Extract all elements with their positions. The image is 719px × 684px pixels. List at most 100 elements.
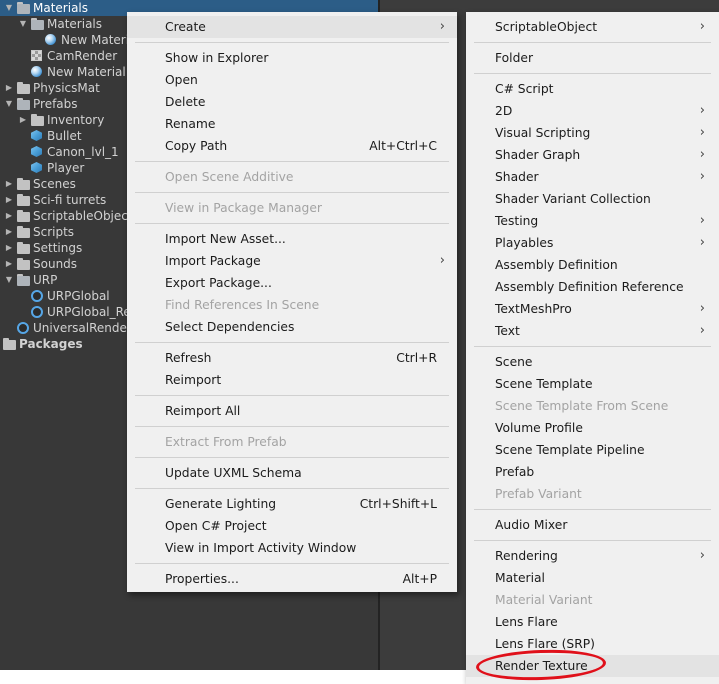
tree-item-label: Prefabs <box>33 97 78 111</box>
tree-item-label: URP <box>33 273 58 287</box>
tree-item-label: Bullet <box>47 129 82 143</box>
menu-separator <box>135 42 449 43</box>
menu-item-label: Copy Path <box>165 139 228 153</box>
expand-arrow-right-icon[interactable]: ▶ <box>4 208 14 224</box>
menu-separator <box>135 426 449 427</box>
menu-item-find-references-in-scene: Find References In Scene <box>127 294 457 316</box>
menu-item-label: Material <box>495 571 545 585</box>
menu-separator <box>474 540 711 541</box>
menu-item-playables[interactable]: Playables › <box>466 232 719 254</box>
expand-arrow-down-icon[interactable]: ▼ <box>18 16 28 32</box>
menu-item-folder[interactable]: Folder <box>466 47 719 69</box>
menu-item-export-package[interactable]: Export Package... <box>127 272 457 294</box>
menu-item-2d[interactable]: 2D › <box>466 100 719 122</box>
menu-item-label: Prefab <box>495 465 535 479</box>
menu-item-visual-scripting[interactable]: Visual Scripting › <box>466 122 719 144</box>
folder-open-icon <box>17 2 30 14</box>
menu-item-open-scene-additive: Open Scene Additive <box>127 166 457 188</box>
menu-item-label: Extract From Prefab <box>165 435 287 449</box>
menu-item-label: Material Variant <box>495 593 593 607</box>
menu-item-update-uxml-schema[interactable]: Update UXML Schema <box>127 462 457 484</box>
folder-open-icon <box>17 98 30 110</box>
menu-item-audio-mixer[interactable]: Audio Mixer <box>466 514 719 536</box>
menu-item-rendering[interactable]: Rendering › <box>466 545 719 567</box>
expand-arrow-right-icon[interactable]: ▶ <box>4 192 14 208</box>
menu-item-scriptableobject[interactable]: ScriptableObject › <box>466 16 719 38</box>
expand-arrow-down-icon[interactable]: ▼ <box>4 96 14 112</box>
menu-item-rename[interactable]: Rename <box>127 113 457 135</box>
menu-item-shader[interactable]: Shader › <box>466 166 719 188</box>
submenu-arrow-icon: › <box>699 147 705 162</box>
menu-item-show-in-explorer[interactable]: Show in Explorer <box>127 47 457 69</box>
menu-item-textmeshpro[interactable]: TextMeshPro › <box>466 298 719 320</box>
menu-item-reimport[interactable]: Reimport <box>127 369 457 391</box>
menu-item-lens-flare[interactable]: Lens Flare <box>466 611 719 633</box>
menu-item-view-in-import-activity-window[interactable]: View in Import Activity Window <box>127 537 457 559</box>
tree-item-label: Player <box>47 161 85 175</box>
menu-item-shader-variant-collection[interactable]: Shader Variant Collection <box>466 188 719 210</box>
expand-arrow-right-icon[interactable]: ▶ <box>18 112 28 128</box>
expand-arrow-right-icon[interactable]: ▶ <box>4 80 14 96</box>
menu-item-scene-template-pipeline[interactable]: Scene Template Pipeline <box>466 439 719 461</box>
menu-item-label: Scene Template <box>495 377 593 391</box>
tree-item-label: Materials <box>33 1 89 15</box>
menu-item-label: ScriptableObject <box>495 20 598 34</box>
menu-item-copy-path[interactable]: Copy Path Alt+Ctrl+C <box>127 135 457 157</box>
menu-item-material-variant: Material Variant <box>466 589 719 611</box>
tree-item-label: URPGlobal_Re <box>47 305 131 319</box>
menu-item-label: Shader <box>495 170 539 184</box>
expand-arrow-right-icon[interactable]: ▶ <box>4 256 14 272</box>
menu-item-reimport-all[interactable]: Reimport All <box>127 400 457 422</box>
submenu-arrow-icon: › <box>699 103 705 118</box>
menu-item-open-c-project[interactable]: Open C# Project <box>127 515 457 537</box>
menu-shortcut: Alt+P <box>402 572 437 586</box>
menu-item-testing[interactable]: Testing › <box>466 210 719 232</box>
menu-item-delete[interactable]: Delete <box>127 91 457 113</box>
menu-item-label: Show in Explorer <box>165 51 269 65</box>
menu-item-lens-flare-srp[interactable]: Lens Flare (SRP) <box>466 633 719 655</box>
expand-arrow-down-icon[interactable]: ▼ <box>4 272 14 288</box>
menu-item-text[interactable]: Text › <box>466 320 719 342</box>
menu-item-volume-profile[interactable]: Volume Profile <box>466 417 719 439</box>
menu-item-properties[interactable]: Properties... Alt+P <box>127 568 457 590</box>
menu-item-scene-template[interactable]: Scene Template <box>466 373 719 395</box>
menu-item-open[interactable]: Open <box>127 69 457 91</box>
menu-separator <box>474 42 711 43</box>
tree-item-label: ScriptableObject <box>33 209 133 223</box>
folder-icon <box>17 210 30 222</box>
menu-item-select-dependencies[interactable]: Select Dependencies <box>127 316 457 338</box>
expand-arrow-down-icon[interactable]: ▼ <box>4 0 14 16</box>
prefab-cube-icon <box>31 130 42 141</box>
menu-item-import-new-asset[interactable]: Import New Asset... <box>127 228 457 250</box>
material-sphere-icon <box>31 66 42 77</box>
menu-item-label: Audio Mixer <box>495 518 568 532</box>
tree-item-label: Materials <box>47 17 103 31</box>
prefab-cube-icon <box>31 162 42 173</box>
menu-item-import-package[interactable]: Import Package › <box>127 250 457 272</box>
menu-item-c-script[interactable]: C# Script <box>466 78 719 100</box>
menu-item-scene[interactable]: Scene <box>466 351 719 373</box>
submenu-arrow-icon: › <box>699 213 705 228</box>
menu-item-material[interactable]: Material <box>466 567 719 589</box>
menu-item-label: Visual Scripting <box>495 126 591 140</box>
expand-arrow-right-icon[interactable]: ▶ <box>4 224 14 240</box>
expand-arrow-right-icon[interactable]: ▶ <box>4 176 14 192</box>
menu-item-shader-graph[interactable]: Shader Graph › <box>466 144 719 166</box>
menu-separator <box>474 509 711 510</box>
menu-shortcut: Ctrl+Shift+L <box>359 497 437 511</box>
menu-item-assembly-definition-reference[interactable]: Assembly Definition Reference <box>466 276 719 298</box>
menu-item-refresh[interactable]: Refresh Ctrl+R <box>127 347 457 369</box>
menu-item-label: Select Dependencies <box>165 320 295 334</box>
menu-item-label: Rendering <box>495 549 558 563</box>
create-submenu: ScriptableObject › Folder C# Script 2D › Visua… <box>466 12 719 684</box>
menu-item-label: Refresh <box>165 351 212 365</box>
menu-item-create[interactable]: Create › <box>127 16 457 38</box>
folder-icon <box>17 242 30 254</box>
tree-item-label: URPGlobal <box>47 289 110 303</box>
menu-item-generate-lighting[interactable]: Generate Lighting Ctrl+Shift+L <box>127 493 457 515</box>
expand-arrow-right-icon[interactable]: ▶ <box>4 240 14 256</box>
menu-item-assembly-definition[interactable]: Assembly Definition <box>466 254 719 276</box>
submenu-arrow-icon: › <box>439 253 445 268</box>
menu-item-prefab[interactable]: Prefab <box>466 461 719 483</box>
menu-item-label: Playables <box>495 236 554 250</box>
